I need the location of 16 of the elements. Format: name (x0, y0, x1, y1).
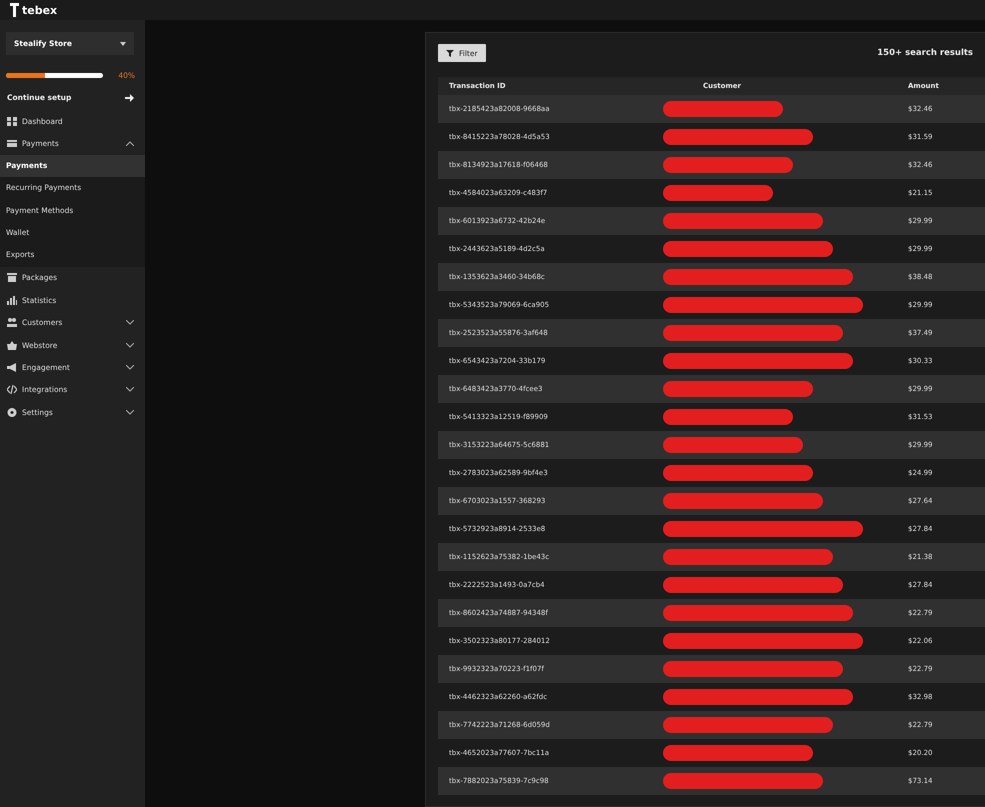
box-icon (7, 273, 17, 282)
users-icon (7, 318, 17, 328)
code-icon (7, 385, 17, 394)
logo[interactable]: tebex (10, 3, 58, 17)
bars-icon (7, 296, 17, 305)
basket-icon (7, 340, 17, 350)
megaphone-icon (7, 362, 17, 372)
grid-icon (7, 116, 17, 126)
logo-text: tebex (22, 4, 58, 16)
caret-icon (120, 42, 126, 46)
filter-icon (446, 50, 454, 56)
logo-icon (10, 3, 19, 17)
card-icon (7, 139, 17, 148)
result-count: 150+ search results (877, 48, 973, 58)
settings-icon (7, 408, 17, 417)
arrow-right-icon (125, 94, 134, 102)
